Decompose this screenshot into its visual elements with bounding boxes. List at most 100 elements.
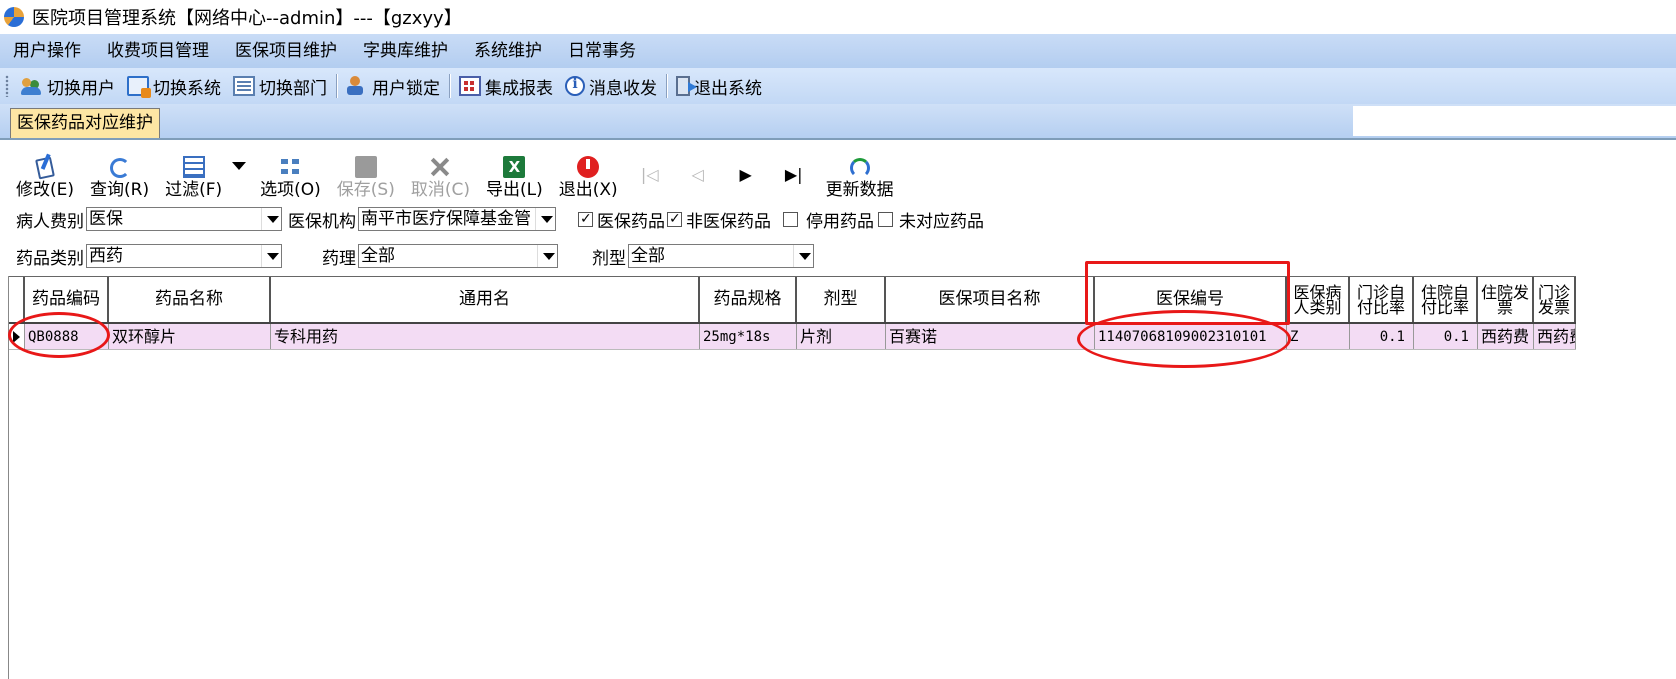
header-drug-spec[interactable]: 药品规格: [700, 277, 797, 322]
edit-button[interactable]: 修改(E): [8, 148, 82, 200]
header-dosage-form[interactable]: 剂型: [797, 277, 886, 322]
cancel-label: 取消(C): [410, 180, 470, 200]
drug-class-label: 药品类别: [16, 248, 84, 269]
menu-insurance-items[interactable]: 医保项目维护: [222, 34, 350, 68]
save-icon: [354, 156, 377, 178]
cancel-button[interactable]: 取消(C): [403, 148, 478, 200]
header-insure-item-name[interactable]: 医保项目名称: [886, 277, 1095, 322]
menu-bar: 用户操作 收费项目管理 医保项目维护 字典库维护 系统维护 日常事务: [0, 34, 1676, 68]
dosage-form-select[interactable]: 全部: [628, 244, 814, 268]
cell-drug-spec[interactable]: 25mg*18s: [700, 324, 797, 349]
toolbar-separator: [336, 74, 337, 98]
nav-next-button[interactable]: ▶: [722, 148, 770, 200]
menu-dictionary[interactable]: 字典库维护: [350, 34, 461, 68]
disabled-drug-checkbox[interactable]: 停用药品: [783, 207, 874, 232]
message-button[interactable]: 消息收发: [559, 70, 663, 102]
cell-opd-invoice[interactable]: 西药费: [1534, 324, 1576, 349]
insurer-label: 医保机构: [288, 211, 356, 232]
tab-strip-blank: [1353, 106, 1676, 136]
filter-button[interactable]: 过滤(F): [157, 148, 230, 200]
switch-system-button[interactable]: 切换系统: [121, 70, 227, 102]
unmatched-drug-checkbox[interactable]: 未对应药品: [878, 207, 984, 232]
cell-insure-code[interactable]: 11407068109002310101: [1095, 324, 1287, 349]
export-button[interactable]: 导出(L): [478, 148, 551, 200]
drug-class-select[interactable]: 西药: [86, 244, 282, 268]
cell-drug-name[interactable]: 双环醇片: [109, 324, 271, 349]
cell-drug-code[interactable]: QB0888: [25, 324, 109, 349]
nav-first-button[interactable]: |◁: [626, 148, 674, 200]
cell-ipd-ratio[interactable]: 0.1: [1414, 324, 1478, 349]
menu-system[interactable]: 系统维护: [461, 34, 555, 68]
cell-ipd-invoice[interactable]: 西药费: [1478, 324, 1534, 349]
header-opd-invoice[interactable]: 门诊发票: [1534, 277, 1576, 322]
row-selector-arrow-icon[interactable]: [9, 324, 25, 349]
edit-pencil-icon: [35, 156, 55, 180]
filter-dropdown-caret-icon[interactable]: [232, 162, 247, 170]
tab-insurance-drug-mapping[interactable]: 医保药品对应维护: [10, 108, 160, 138]
quit-button[interactable]: 退出(X): [551, 148, 626, 200]
header-drug-code[interactable]: 药品编码: [25, 277, 109, 322]
title-bar: 医院项目管理系统【网络中心--admin】---【gzxyy】: [0, 0, 1676, 34]
pharmacology-select[interactable]: 全部: [358, 244, 558, 268]
switch-dept-button[interactable]: 切换部门: [227, 70, 333, 102]
exit-system-button[interactable]: 退出系统: [670, 70, 768, 102]
non-insured-drug-checkbox[interactable]: 非医保药品: [667, 207, 771, 232]
menu-charge-items[interactable]: 收费项目管理: [94, 34, 222, 68]
nav-last-button[interactable]: ▶|: [770, 148, 818, 200]
refresh-data-button[interactable]: 更新数据: [818, 148, 902, 200]
app-logo-icon: [4, 7, 24, 27]
header-ipd-invoice[interactable]: 住院发票: [1478, 277, 1534, 322]
checkbox-checked-icon[interactable]: [667, 211, 682, 227]
checkbox-empty-icon[interactable]: [783, 211, 798, 227]
non-insured-drug-label: 非医保药品: [686, 211, 771, 232]
header-opd-ratio[interactable]: 门诊自付比率: [1350, 277, 1414, 322]
unmatched-drug-label: 未对应药品: [899, 211, 984, 232]
chevron-down-icon[interactable]: [261, 208, 281, 230]
menu-user-ops[interactable]: 用户操作: [0, 34, 94, 68]
header-generic-name[interactable]: 通用名: [271, 277, 700, 322]
menu-daily[interactable]: 日常事务: [555, 34, 649, 68]
dosage-form-label: 剂型: [592, 248, 626, 269]
exit-door-icon: [676, 76, 697, 96]
patient-type-select[interactable]: 医保: [86, 207, 282, 231]
save-button[interactable]: 保存(S): [329, 148, 403, 200]
chevron-down-icon[interactable]: [261, 245, 281, 267]
query-refresh-icon: [109, 158, 130, 178]
query-button[interactable]: 查询(R): [82, 148, 157, 200]
table-row[interactable]: QB0888 双环醇片 专科用药 25mg*18s 片剂 百赛诺 1140706…: [9, 324, 1576, 350]
refresh-icon: [849, 158, 870, 178]
header-drug-name[interactable]: 药品名称: [109, 277, 271, 322]
refresh-label: 更新数据: [825, 180, 894, 200]
user-lock-label: 用户锁定: [372, 78, 440, 99]
query-label: 查询(R): [90, 180, 150, 200]
switch-user-button[interactable]: 切换用户: [15, 70, 121, 102]
nav-prev-button[interactable]: ◁: [674, 148, 722, 200]
header-insure-code[interactable]: 医保编号: [1095, 277, 1287, 322]
header-patient-class[interactable]: 医保病人类别: [1287, 277, 1350, 322]
insured-drug-label: 医保药品: [597, 211, 665, 232]
cell-opd-ratio[interactable]: 0.1: [1350, 324, 1414, 349]
patient-type-label: 病人费别: [16, 211, 84, 232]
toolbar-grip[interactable]: [5, 75, 9, 97]
checkbox-empty-icon[interactable]: [878, 211, 893, 227]
header-indicator: [9, 277, 25, 322]
department-icon: [233, 76, 255, 96]
header-ipd-ratio[interactable]: 住院自付比率: [1414, 277, 1478, 322]
chevron-down-icon[interactable]: [537, 245, 557, 267]
insured-drug-checkbox[interactable]: 医保药品: [578, 207, 665, 232]
chevron-down-icon[interactable]: [793, 245, 813, 267]
checkbox-checked-icon[interactable]: [578, 211, 593, 227]
user-lock-button[interactable]: 用户锁定: [340, 70, 446, 102]
cell-dosage-form[interactable]: 片剂: [797, 324, 886, 349]
cell-insure-item-name[interactable]: 百赛诺: [886, 324, 1095, 349]
report-icon: [459, 76, 481, 96]
cell-patient-class[interactable]: Z: [1287, 324, 1350, 349]
options-button[interactable]: 选项(O): [252, 148, 329, 200]
chevron-down-icon[interactable]: [535, 208, 555, 230]
options-icon: [279, 156, 302, 178]
insurer-select[interactable]: 南平市医疗保障基金管: [358, 207, 556, 231]
filter-row-1: 病人费别 医保 医保机构 南平市医疗保障基金管 医保药品 非医保药品 停用药品 …: [16, 206, 984, 232]
report-button[interactable]: 集成报表: [453, 70, 559, 102]
cell-generic-name[interactable]: 专科用药: [271, 324, 700, 349]
patient-type-value: 医保: [89, 209, 123, 229]
